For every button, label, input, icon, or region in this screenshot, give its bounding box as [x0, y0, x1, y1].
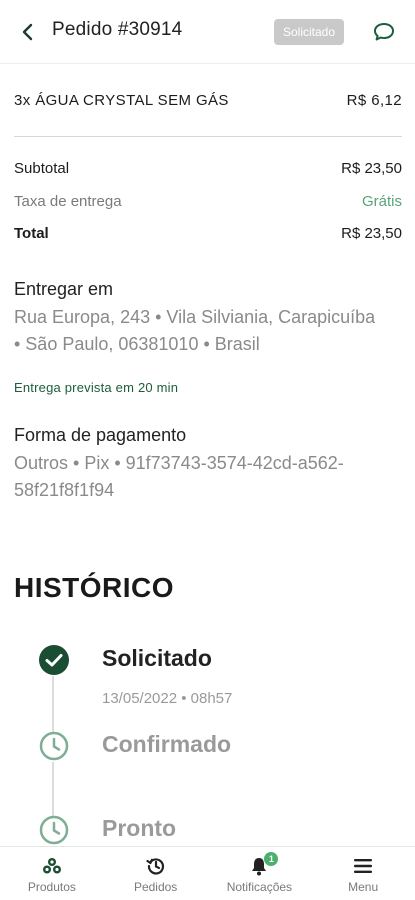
payment-line2: 58f21f8f1f94: [14, 480, 115, 500]
nav-item-notificacoes[interactable]: 1 Notificações: [208, 847, 312, 900]
item-price: R$ 6,12: [346, 92, 402, 109]
timeline-connector: [52, 676, 54, 734]
total-row: Total R$ 23,50: [14, 225, 402, 242]
chat-button[interactable]: [372, 20, 396, 44]
divider: [14, 136, 402, 137]
delivery-estimate: Entrega prevista em 20 min: [14, 380, 179, 395]
subtotal-label: Subtotal: [14, 160, 70, 177]
check-circle-icon: [38, 644, 70, 676]
delivery-fee-label: Taxa de entrega: [14, 193, 122, 210]
delivery-fee-row: Taxa de entrega Grátis: [14, 193, 402, 210]
nav-item-menu[interactable]: Menu: [311, 847, 415, 900]
delivery-fee-value: Grátis: [361, 193, 402, 210]
payment-heading: Forma de pagamento: [14, 425, 187, 445]
history-title: HISTÓRICO: [14, 572, 175, 603]
nav-label: Notificações: [226, 880, 293, 894]
timeline-connector: [52, 762, 54, 818]
chat-bubble-icon: [374, 23, 394, 41]
clock-icon: [38, 730, 70, 762]
clock-icon: [38, 814, 70, 846]
app-header: Pedido #30914 Solicitado: [0, 0, 415, 64]
back-button[interactable]: [16, 20, 40, 44]
delivery-heading: Entregar em: [14, 279, 114, 299]
chevron-left-icon: [22, 23, 33, 41]
nav-item-produtos[interactable]: Produtos: [0, 847, 104, 900]
nav-label: Menu: [348, 880, 379, 894]
timeline-step-label: Confirmado: [102, 731, 232, 757]
nav-label: Produtos: [27, 880, 76, 894]
order-item-row: 3x ÁGUA CRYSTAL SEM GÁS R$ 6,12: [14, 92, 402, 109]
total-label: Total: [14, 225, 49, 242]
delivery-address-line2: • São Paulo, 06381010 • Brasil: [14, 334, 260, 354]
orders-history-icon: [145, 855, 167, 877]
delivery-address-line1: Rua Europa, 243 • Vila Silviania, Carapi…: [14, 307, 376, 327]
page-title: Pedido #30914: [52, 19, 183, 40]
products-icon: [41, 855, 63, 877]
item-description: 3x ÁGUA CRYSTAL SEM GÁS: [14, 92, 229, 109]
hamburger-menu-icon: [352, 855, 374, 877]
timeline-step-date: 13/05/2022 • 08h57: [102, 690, 233, 707]
notification-count-badge: 1: [264, 852, 279, 866]
payment-line1: Outros • Pix • 91f73743-3574-42cd-a562-: [14, 453, 344, 473]
status-badge: Solicitado: [274, 19, 345, 45]
nav-label: Pedidos: [133, 880, 178, 894]
timeline-step-label: Solicitado: [102, 645, 212, 671]
bottom-nav: Produtos Pedidos 1 Notificações Menu: [0, 846, 415, 900]
total-value: R$ 23,50: [341, 225, 402, 242]
subtotal-value: R$ 23,50: [341, 160, 402, 177]
subtotal-row: Subtotal R$ 23,50: [14, 160, 402, 177]
nav-item-pedidos[interactable]: Pedidos: [104, 847, 208, 900]
timeline-step-label: Pronto: [102, 815, 177, 841]
